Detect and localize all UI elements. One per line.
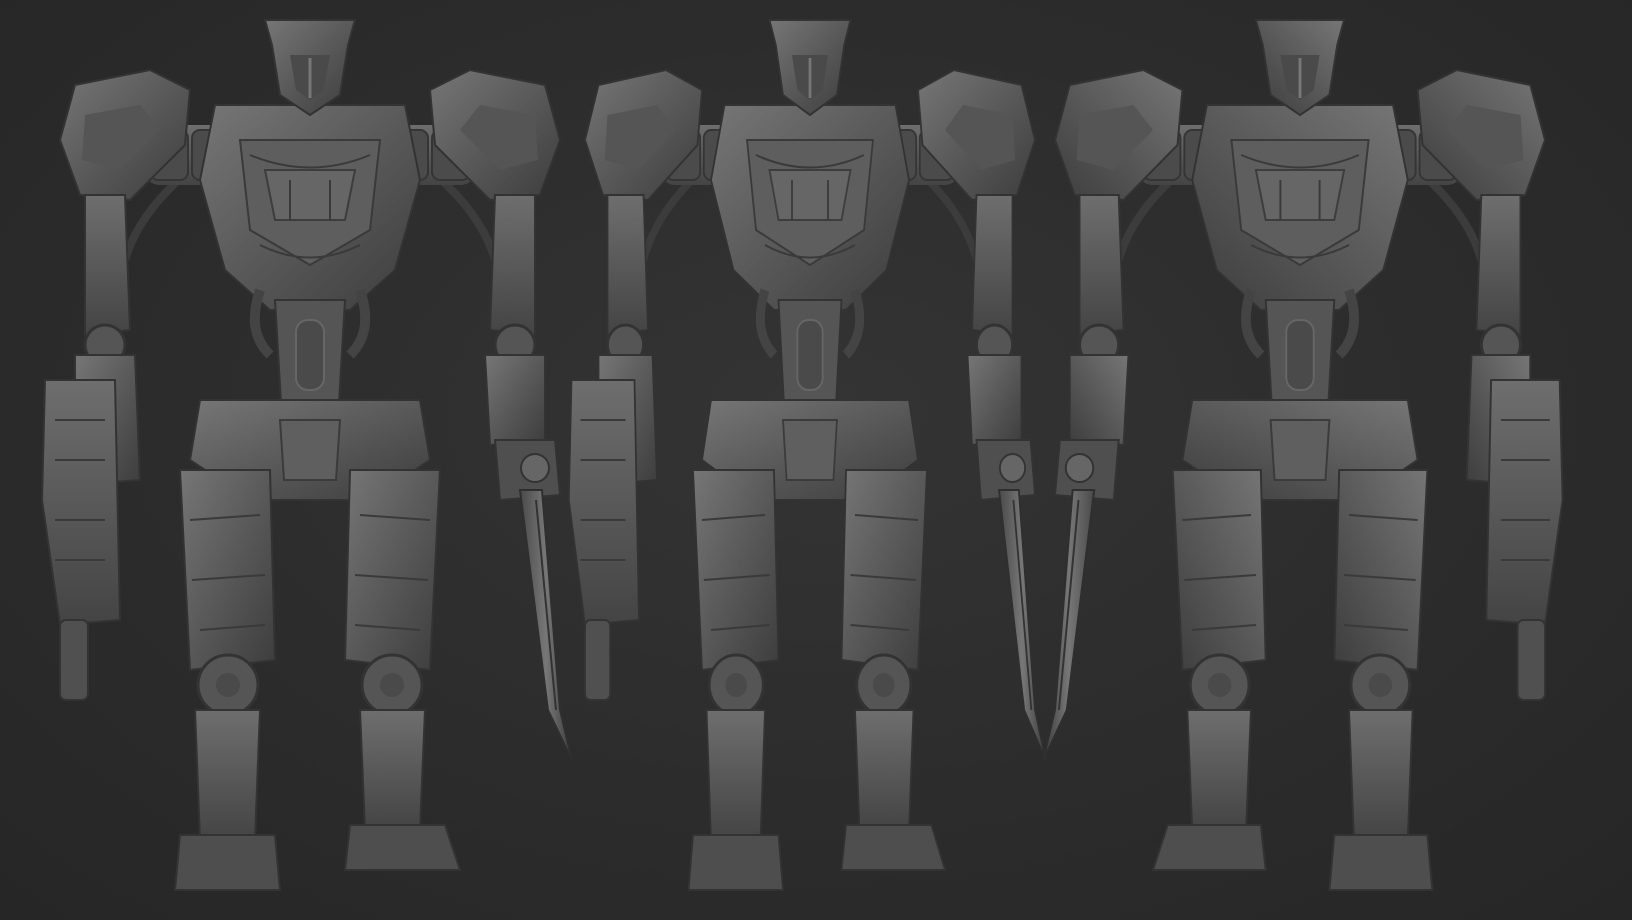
mech-back-view — [1043, 20, 1562, 890]
mech-three-quarter-view — [569, 20, 1046, 890]
render-viewport — [0, 0, 1632, 920]
mech-front-view — [42, 20, 572, 890]
mech-renders — [0, 0, 1632, 920]
